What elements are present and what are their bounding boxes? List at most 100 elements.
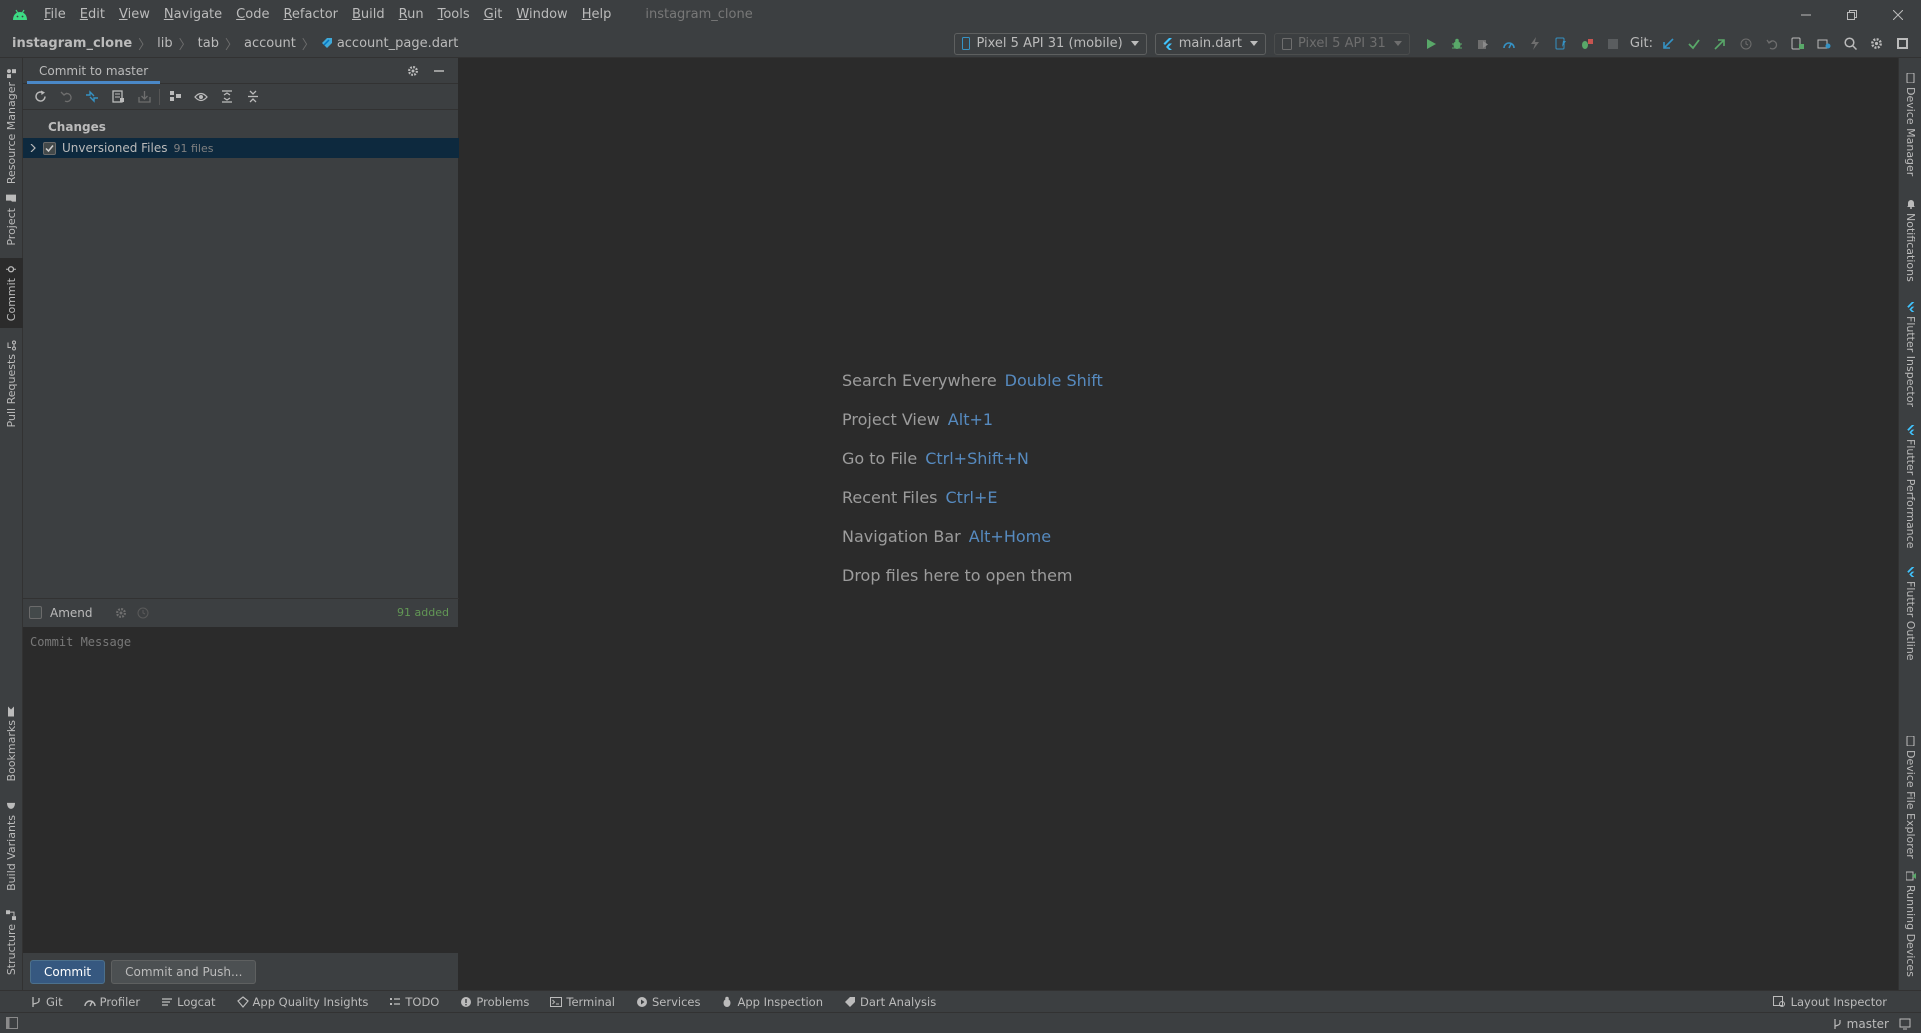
git-history-icon[interactable] xyxy=(1733,31,1759,57)
code-with-me-icon[interactable] xyxy=(1889,31,1915,57)
hot-reload-icon[interactable] xyxy=(1522,31,1548,57)
breadcrumb-separator: 〉 xyxy=(301,37,315,53)
device-selector[interactable]: Pixel 5 API 31 (mobile) xyxy=(954,32,1147,55)
git-branch-widget[interactable]: master xyxy=(1832,1017,1889,1031)
eye-icon[interactable] xyxy=(188,85,214,109)
commit-options-gear-icon[interactable] xyxy=(115,607,127,619)
collapse-all-icon[interactable] xyxy=(240,85,266,109)
commit-and-push-button[interactable]: Commit and Push... xyxy=(111,960,257,984)
menu-view[interactable]: View xyxy=(119,0,150,29)
tool-tab-resource-manager[interactable]: Resource Manager xyxy=(0,66,23,186)
flutter-icon xyxy=(1906,567,1916,581)
search-icon[interactable] xyxy=(1837,31,1863,57)
tool-tab-problems[interactable]: Problems xyxy=(460,995,529,1009)
changes-tree: Changes Unversioned Files 91 files xyxy=(23,116,459,601)
hint-label: Drop files here to open them xyxy=(842,566,1073,585)
run-with-coverage-icon[interactable] xyxy=(1470,31,1496,57)
commit-button[interactable]: Commit xyxy=(30,960,106,984)
breadcrumb-project[interactable]: instagram_clone xyxy=(12,36,132,51)
gear-icon[interactable] xyxy=(400,59,426,83)
menu-tools[interactable]: Tools xyxy=(438,0,470,29)
group-by-icon[interactable] xyxy=(162,85,188,109)
tool-tab-label: Problems xyxy=(476,994,530,1009)
tool-tab-device-file-explorer[interactable]: Device File Explorer xyxy=(1899,732,1921,862)
toggle-tool-windows-icon[interactable] xyxy=(6,1017,18,1029)
tool-tab-flutter-inspector[interactable]: Flutter Inspector xyxy=(1899,298,1921,412)
tool-tab-app-inspection[interactable]: App Inspection xyxy=(721,995,823,1009)
tool-tab-terminal[interactable]: Terminal xyxy=(550,995,615,1009)
tool-tab-commit[interactable]: Commit xyxy=(0,258,23,328)
gear-icon[interactable] xyxy=(1863,31,1889,57)
shelve-icon[interactable] xyxy=(131,85,157,109)
menu-refactor[interactable]: Refactor xyxy=(283,0,338,29)
expand-all-icon[interactable] xyxy=(214,85,240,109)
refresh-icon[interactable] xyxy=(27,85,53,109)
breadcrumb-file[interactable]: account_page.dart xyxy=(321,36,458,51)
restore-icon[interactable] xyxy=(1829,0,1875,29)
show-diff-icon[interactable] xyxy=(79,85,105,109)
menu-help[interactable]: Help xyxy=(582,0,612,29)
debug-icon[interactable] xyxy=(1444,31,1470,57)
editor-area[interactable]: Search Everywhere Double Shift Project Vi… xyxy=(460,58,1898,990)
menu-file[interactable]: File xyxy=(44,0,66,29)
secondary-device-selector[interactable]: Pixel 5 API 31 xyxy=(1273,32,1410,55)
profile-icon[interactable] xyxy=(1496,31,1522,57)
menu-git[interactable]: Git xyxy=(484,0,503,29)
tool-tab-pull-requests[interactable]: Pull Requests xyxy=(0,334,23,434)
tool-tab-git[interactable]: Git xyxy=(30,995,63,1009)
unversioned-files-checkbox[interactable] xyxy=(43,141,56,155)
git-push-icon[interactable] xyxy=(1707,31,1733,57)
commit-history-icon[interactable] xyxy=(137,607,149,619)
menu-edit[interactable]: Edit xyxy=(80,0,105,29)
tool-tab-layout-inspector[interactable]: Layout Inspector xyxy=(1772,991,1887,1013)
chevron-right-icon[interactable] xyxy=(29,144,37,152)
amend-checkbox[interactable] xyxy=(29,606,42,619)
tool-tab-profiler[interactable]: Profiler xyxy=(83,995,140,1009)
tool-tab-todo[interactable]: TODO xyxy=(389,995,439,1009)
breadcrumb-account[interactable]: account xyxy=(244,36,296,51)
git-rollback-icon[interactable] xyxy=(1759,31,1785,57)
read-only-lock-icon[interactable] xyxy=(1899,1018,1911,1030)
device-manager-icon[interactable] xyxy=(1785,31,1811,57)
menu-run[interactable]: Run xyxy=(399,0,424,29)
breadcrumb-tab[interactable]: tab xyxy=(198,36,219,51)
git-update-icon[interactable] xyxy=(1655,31,1681,57)
hint-recent-files: Recent Files Ctrl+E xyxy=(842,488,1103,527)
dart-analysis-icon xyxy=(845,996,856,1007)
sdk-manager-icon[interactable] xyxy=(1811,31,1837,57)
git-commit-check-icon[interactable] xyxy=(1681,31,1707,57)
tool-tab-bookmarks[interactable]: Bookmarks xyxy=(0,700,23,788)
tree-row-unversioned-files[interactable]: Unversioned Files 91 files xyxy=(23,138,459,158)
tool-tab-app-quality-insights[interactable]: App Quality Insights xyxy=(236,995,368,1009)
breadcrumb: instagram_clone 〉 lib 〉 tab 〉 account 〉 … xyxy=(12,34,458,53)
minimize-icon[interactable] xyxy=(1783,0,1829,29)
rollback-icon[interactable] xyxy=(53,85,79,109)
tool-tab-structure[interactable]: Structure xyxy=(0,904,23,982)
tool-tab-running-devices[interactable]: Running Devices xyxy=(1899,870,1921,978)
run-config-selector[interactable]: main.dart xyxy=(1154,32,1266,55)
attach-debugger-icon[interactable] xyxy=(1574,31,1600,57)
tool-tab-dart-analysis[interactable]: Dart Analysis xyxy=(844,995,936,1009)
tool-tab-flutter-outline[interactable]: Flutter Outline xyxy=(1899,562,1921,666)
tool-tab-build-variants[interactable]: Build Variants xyxy=(0,796,23,896)
menu-code[interactable]: Code xyxy=(236,0,269,29)
tool-tab-services[interactable]: Services xyxy=(636,995,700,1009)
breadcrumb-lib[interactable]: lib xyxy=(157,36,172,51)
commit-panel-tab[interactable]: Commit to master xyxy=(27,58,161,84)
hint-label: Go to File xyxy=(842,449,918,468)
tool-tab-flutter-performance[interactable]: Flutter Performance xyxy=(1899,422,1921,552)
run-icon[interactable] xyxy=(1418,31,1444,57)
tool-tab-device-manager[interactable]: Device Manager xyxy=(1899,66,1921,184)
close-icon[interactable] xyxy=(1875,0,1921,29)
menu-window[interactable]: Window xyxy=(516,0,567,29)
commit-message-field[interactable]: Commit Message xyxy=(23,627,459,953)
changelist-icon[interactable] xyxy=(105,85,131,109)
tool-tab-logcat[interactable]: Logcat xyxy=(161,995,216,1009)
menu-navigate[interactable]: Navigate xyxy=(164,0,222,29)
menu-build[interactable]: Build xyxy=(352,0,385,29)
apply-changes-icon[interactable] xyxy=(1548,31,1574,57)
hide-panel-icon[interactable] xyxy=(426,59,452,83)
tool-tab-notifications[interactable]: Notifications xyxy=(1899,190,1921,290)
tool-tab-project[interactable]: Project xyxy=(0,190,23,250)
stop-icon[interactable] xyxy=(1600,31,1626,57)
